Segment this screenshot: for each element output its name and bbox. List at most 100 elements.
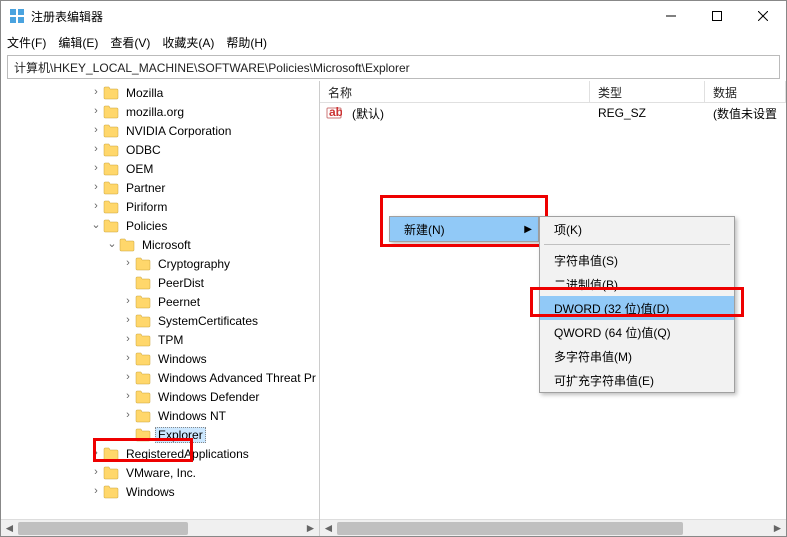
tree-item[interactable]: ›VMware, Inc. [1, 463, 319, 482]
tree-item[interactable]: › Windows NT [1, 406, 319, 425]
menu-edit[interactable]: 编辑(E) [58, 34, 98, 51]
tree-hscrollbar[interactable]: ◄ ► [1, 519, 319, 536]
tree-item[interactable]: ›NVIDIA Corporation [1, 121, 319, 140]
address-path: 计算机\HKEY_LOCAL_MACHINE\SOFTWARE\Policies… [14, 59, 410, 76]
tree-item[interactable]: ›Cryptography [1, 254, 319, 273]
column-headers: 名称 类型 数据 [320, 81, 786, 103]
tree-item-label: ODBC [123, 142, 164, 158]
expand-icon[interactable]: › [121, 391, 135, 402]
expand-icon[interactable]: › [89, 448, 103, 459]
tree-item-label: Windows NT [155, 408, 229, 424]
expand-icon[interactable]: › [89, 144, 103, 155]
tree-item-label: Windows [123, 484, 178, 500]
folder-icon [119, 238, 135, 252]
value-row[interactable]: ab (默认) REG_SZ (数值未设置 [320, 103, 786, 123]
tree-item[interactable]: ›RegisteredApplications [1, 444, 319, 463]
tree-item[interactable]: ⌄ Policies [1, 216, 319, 235]
folder-icon [135, 257, 151, 271]
value-data: (数值未设置 [705, 103, 785, 124]
menu-favorites[interactable]: 收藏夹(A) [162, 34, 214, 51]
tree-item[interactable]: ›OEM [1, 159, 319, 178]
expand-icon[interactable]: › [89, 467, 103, 478]
tree-item[interactable]: › Piriform [1, 197, 319, 216]
close-button[interactable] [740, 1, 786, 31]
ctx-new-binary[interactable]: 二进制值(B) [540, 272, 734, 296]
col-type[interactable]: 类型 [590, 81, 705, 102]
tree-item-label: Policies [123, 218, 170, 234]
scroll-left-icon[interactable]: ◄ [320, 520, 337, 537]
folder-icon [103, 466, 119, 480]
expand-icon[interactable]: › [89, 87, 103, 98]
ctx-new-string[interactable]: 字符串值(S) [540, 248, 734, 272]
folder-icon [135, 390, 151, 404]
folder-icon [103, 181, 119, 195]
tree-item[interactable]: ›SystemCertificates [1, 311, 319, 330]
expand-icon[interactable]: › [89, 201, 103, 212]
expand-icon[interactable]: › [89, 125, 103, 136]
folder-icon [135, 352, 151, 366]
minimize-button[interactable] [648, 1, 694, 31]
ctx-new-expandstring[interactable]: 可扩充字符串值(E) [540, 368, 734, 392]
expand-icon[interactable]: › [121, 258, 135, 269]
ctx-new-multistring[interactable]: 多字符串值(M) [540, 344, 734, 368]
folder-icon [135, 276, 151, 290]
tree-item[interactable]: ›PeerDist [1, 273, 319, 292]
folder-icon [135, 371, 151, 385]
col-name[interactable]: 名称 [320, 81, 590, 102]
expand-icon[interactable]: › [121, 315, 135, 326]
expand-icon[interactable]: › [121, 372, 135, 383]
expand-icon[interactable]: › [89, 182, 103, 193]
address-bar[interactable]: 计算机\HKEY_LOCAL_MACHINE\SOFTWARE\Policies… [7, 55, 780, 79]
tree-item[interactable]: › ODBC [1, 140, 319, 159]
expand-icon[interactable]: › [121, 410, 135, 421]
tree-item[interactable]: ›Peernet [1, 292, 319, 311]
expand-icon[interactable]: › [121, 334, 135, 345]
ctx-new-key[interactable]: 项(K) [540, 217, 734, 241]
expand-icon[interactable]: › [89, 163, 103, 174]
tree-item[interactable]: ›TPM [1, 330, 319, 349]
menu-help[interactable]: 帮助(H) [226, 34, 267, 51]
menu-file[interactable]: 文件(F) [7, 34, 46, 51]
tree-item[interactable]: ›Windows Advanced Threat Pr [1, 368, 319, 387]
context-submenu-new: 项(K) 字符串值(S) 二进制值(B) DWORD (32 位)值(D) QW… [539, 216, 735, 393]
tree-item[interactable]: ⌄Microsoft [1, 235, 319, 254]
expand-icon[interactable]: › [89, 486, 103, 497]
folder-icon [103, 143, 119, 157]
col-data[interactable]: 数据 [705, 81, 786, 102]
tree-item-label: Explorer [155, 427, 206, 443]
tree-item[interactable]: ›Partner [1, 178, 319, 197]
svg-text:ab: ab [329, 105, 342, 119]
tree-item[interactable]: › Windows Defender [1, 387, 319, 406]
tree-item-label: Windows [155, 351, 210, 367]
tree-item[interactable]: › Windows [1, 482, 319, 501]
expand-icon[interactable]: › [89, 106, 103, 117]
folder-icon [135, 295, 151, 309]
tree-item[interactable]: ›mozilla.org [1, 102, 319, 121]
expand-icon[interactable]: › [121, 353, 135, 364]
tree-item[interactable]: › Mozilla [1, 83, 319, 102]
submenu-arrow-icon: ▶ [524, 224, 532, 235]
scroll-right-icon[interactable]: ► [769, 520, 786, 537]
app-icon [9, 8, 25, 24]
tree-item-label: Mozilla [123, 85, 166, 101]
value-type: REG_SZ [590, 104, 705, 122]
maximize-button[interactable] [694, 1, 740, 31]
folder-icon [135, 428, 151, 442]
value-name: (默认) [344, 103, 590, 124]
tree-item[interactable]: › Windows [1, 349, 319, 368]
ctx-new[interactable]: 新建(N) ▶ [390, 217, 538, 241]
values-hscrollbar[interactable]: ◄ ► [320, 519, 786, 536]
scroll-left-icon[interactable]: ◄ [1, 520, 18, 537]
menu-bar: 文件(F) 编辑(E) 查看(V) 收藏夹(A) 帮助(H) [1, 31, 786, 53]
tree-item-label: Piriform [123, 199, 170, 215]
tree-item[interactable]: ›Explorer [1, 425, 319, 444]
menu-view[interactable]: 查看(V) [110, 34, 150, 51]
scroll-right-icon[interactable]: ► [302, 520, 319, 537]
collapse-icon[interactable]: ⌄ [105, 239, 119, 250]
collapse-icon[interactable]: ⌄ [89, 220, 103, 231]
expand-icon[interactable]: › [121, 296, 135, 307]
context-menu: 新建(N) ▶ [389, 216, 539, 242]
tree-item-label: Windows Defender [155, 389, 262, 405]
ctx-new-dword[interactable]: DWORD (32 位)值(D) [540, 296, 734, 320]
ctx-new-qword[interactable]: QWORD (64 位)值(Q) [540, 320, 734, 344]
